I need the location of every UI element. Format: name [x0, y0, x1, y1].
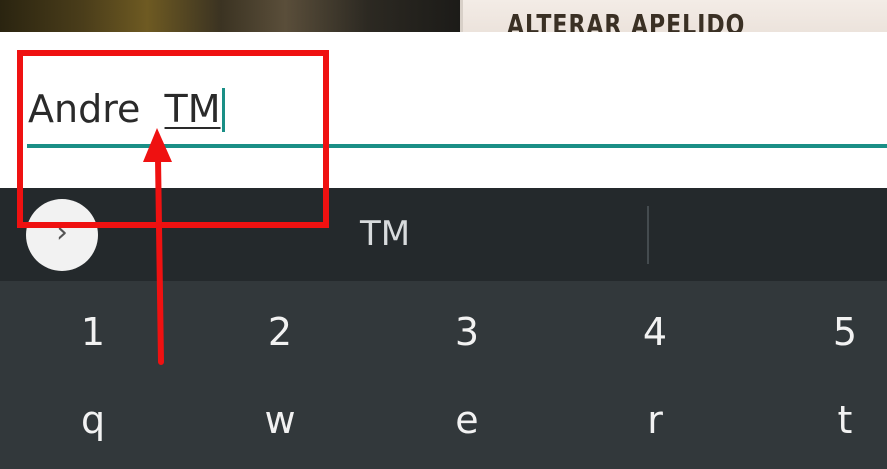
screen: ALTERAR APELIDO Andre TM › TM 1 2 3 4 5 …: [0, 0, 887, 469]
annotation-arrow: [143, 128, 172, 365]
